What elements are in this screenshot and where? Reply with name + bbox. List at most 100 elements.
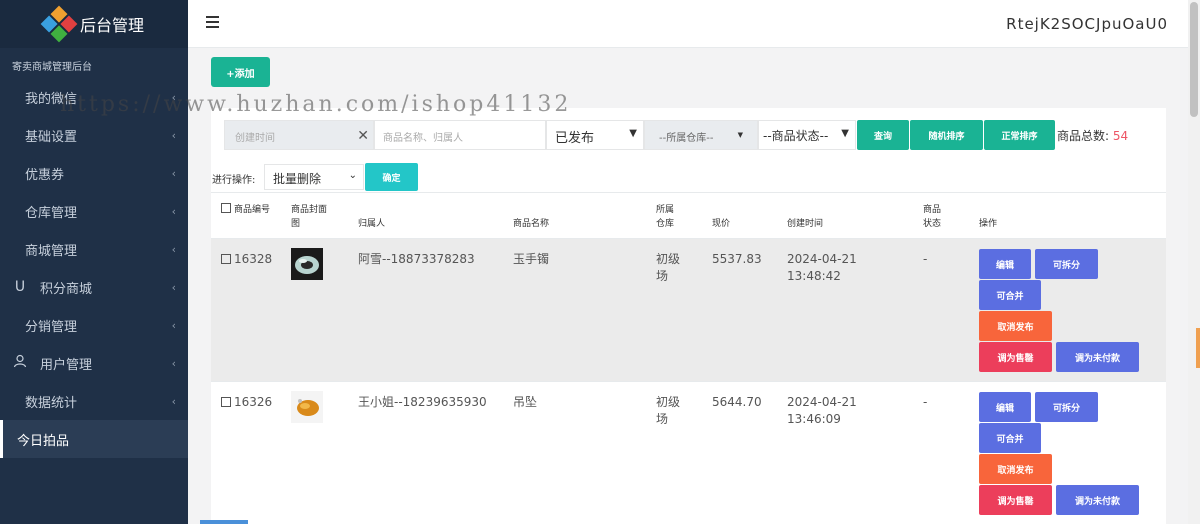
sidebar-item-coupons[interactable]: 优惠券 ‹: [0, 154, 188, 192]
chevron-down-icon: ▼: [629, 128, 637, 139]
cell-owner: 王小姐--18239635930: [358, 395, 487, 409]
sidebar-item-basic-settings[interactable]: 基础设置 ‹: [0, 116, 188, 154]
header-cover: 商品封面图: [291, 205, 328, 229]
sidebar-subtitle: 寄卖商城管理后台: [12, 62, 92, 73]
merge-button[interactable]: 可合并: [979, 280, 1041, 310]
scrollbar-thumb[interactable]: [1190, 2, 1198, 117]
sidebar-item-label: 积分商城: [40, 281, 93, 297]
split-button[interactable]: 可拆分: [1035, 249, 1098, 279]
sidebar-item-statistics[interactable]: 数据统计 ‹: [0, 382, 188, 420]
magnet-icon: U: [14, 279, 26, 295]
warehouse-select[interactable]: --所属仓库-- ▼: [644, 120, 758, 150]
clear-icon[interactable]: ✕: [357, 128, 369, 144]
edit-button[interactable]: 编辑: [979, 392, 1031, 422]
cell-price: 5537.83: [712, 252, 762, 266]
mark-sold-out-button[interactable]: 调为售罄: [979, 342, 1052, 372]
logo: 后台管理: [0, 0, 188, 48]
sidebar-item-label: 基础设置: [25, 129, 78, 145]
chevron-left-icon: ‹: [171, 318, 176, 332]
sidebar-item-distribution[interactable]: 分销管理 ‹: [0, 306, 188, 344]
sidebar-item-today-lots[interactable]: 今日拍品: [0, 420, 188, 458]
split-button[interactable]: 可拆分: [1035, 392, 1098, 422]
merge-button[interactable]: 可合并: [979, 423, 1041, 453]
sidebar-item-wechat[interactable]: 我的微信 ‹: [0, 78, 188, 116]
keyword-search-input[interactable]: 商品名称、归属人: [374, 120, 546, 150]
cell-owner: 阿雪--18873378283: [358, 252, 475, 266]
cell-warehouse: 初级场: [656, 252, 681, 283]
total-number: 54: [1112, 129, 1129, 143]
username[interactable]: RtejK2SOCJpuOaU0: [1006, 15, 1168, 33]
header-id: 商品编号: [221, 203, 276, 217]
date-placeholder: 创建时间: [235, 133, 275, 144]
unpublish-button[interactable]: 取消发布: [979, 311, 1052, 341]
mark-unpaid-button[interactable]: 调为未付款: [1056, 485, 1139, 515]
sidebar-item-users[interactable]: 用户管理 ‹: [0, 344, 188, 382]
table-header: 商品编号 商品封面图 归属人 商品名称 所属仓库 现价 创建时间 商品状态 操作: [211, 192, 1166, 238]
created-date: 2024-04-21: [787, 252, 857, 266]
cell-warehouse: 初级场: [656, 395, 681, 426]
total-count: 商品总数: 54: [1057, 127, 1128, 144]
sidebar-item-label: 今日拍品: [17, 433, 70, 449]
total-label: 商品总数:: [1057, 129, 1110, 143]
cell-id: 16328: [221, 251, 272, 268]
chevron-left-icon: ‹: [171, 280, 176, 294]
cell-price: 5644.70: [712, 395, 762, 409]
chevron-down-icon: ▼: [737, 131, 743, 139]
logo-icon: [40, 5, 78, 43]
publish-status-select[interactable]: 已发布 ▼: [546, 120, 644, 150]
batch-action-select[interactable]: 批量删除 ⌄: [264, 164, 364, 190]
product-thumbnail[interactable]: [291, 248, 323, 280]
created-time: 13:46:09: [787, 412, 841, 426]
edit-button[interactable]: 编辑: [979, 249, 1031, 279]
chevron-down-icon: ▼: [841, 128, 849, 139]
chevron-left-icon: ‹: [171, 204, 176, 218]
chevron-left-icon: ‹: [171, 166, 176, 180]
query-button[interactable]: 查询: [857, 120, 909, 150]
row-id: 16328: [234, 252, 273, 266]
header-created: 创建时间: [787, 219, 824, 229]
mark-unpaid-button[interactable]: 调为未付款: [1056, 342, 1139, 372]
header-warehouse: 所属仓库: [656, 205, 675, 229]
cell-status: -: [923, 252, 928, 266]
cell-name: 吊坠: [513, 395, 538, 409]
chevron-left-icon: ‹: [171, 356, 176, 370]
header-owner: 归属人: [358, 219, 386, 229]
sidebar-item-label: 我的微信: [25, 91, 78, 107]
mark-sold-out-button[interactable]: 调为售罄: [979, 485, 1052, 515]
header-ops: 操作: [979, 219, 998, 229]
product-thumbnail[interactable]: [291, 391, 323, 423]
sidebar-item-mall[interactable]: 商城管理 ‹: [0, 230, 188, 268]
sidebar-item-label: 优惠券: [25, 167, 65, 183]
warehouse-select-value: --所属仓库--: [659, 133, 714, 144]
confirm-button[interactable]: 确定: [365, 163, 418, 191]
sidebar-item-label: 分销管理: [25, 319, 78, 335]
normal-sort-button[interactable]: 正常排序: [984, 120, 1055, 150]
top-navbar: RtejK2SOCJpuOaU0: [188, 0, 1188, 48]
cell-created: 2024-04-21 13:48:42: [787, 251, 857, 285]
sidebar-item-warehouse[interactable]: 仓库管理 ‹: [0, 192, 188, 230]
cell-name: 玉手镯: [513, 252, 550, 266]
batch-operation-label: 进行操作:: [212, 175, 256, 186]
row-checkbox[interactable]: [221, 254, 231, 264]
random-sort-button[interactable]: 随机排序: [910, 120, 983, 150]
date-filter-input[interactable]: 创建时间 ✕: [224, 120, 374, 150]
status-select-value: --商品状态--: [763, 129, 829, 143]
header-name: 商品名称: [513, 219, 550, 229]
created-time: 13:48:42: [787, 269, 841, 283]
menu-toggle-icon[interactable]: [206, 16, 219, 28]
horizontal-scroll-indicator[interactable]: [200, 520, 248, 524]
sidebar-item-label: 商城管理: [25, 243, 78, 259]
vertical-scrollbar[interactable]: [1188, 0, 1200, 524]
unpublish-button[interactable]: 取消发布: [979, 454, 1052, 484]
sidebar-item-label: 仓库管理: [25, 205, 78, 221]
product-status-select[interactable]: --商品状态-- ▼: [758, 120, 856, 150]
cell-status: -: [923, 395, 928, 409]
side-edge-tab[interactable]: [1196, 328, 1200, 368]
cell-created: 2024-04-21 13:46:09: [787, 394, 857, 428]
row-checkbox[interactable]: [221, 397, 231, 407]
cell-id: 16326: [221, 394, 272, 411]
add-button[interactable]: +添加: [211, 57, 270, 87]
sidebar-item-points-mall[interactable]: U 积分商城 ‹: [0, 268, 188, 306]
chevron-left-icon: ‹: [171, 242, 176, 256]
select-all-checkbox[interactable]: [221, 203, 231, 213]
